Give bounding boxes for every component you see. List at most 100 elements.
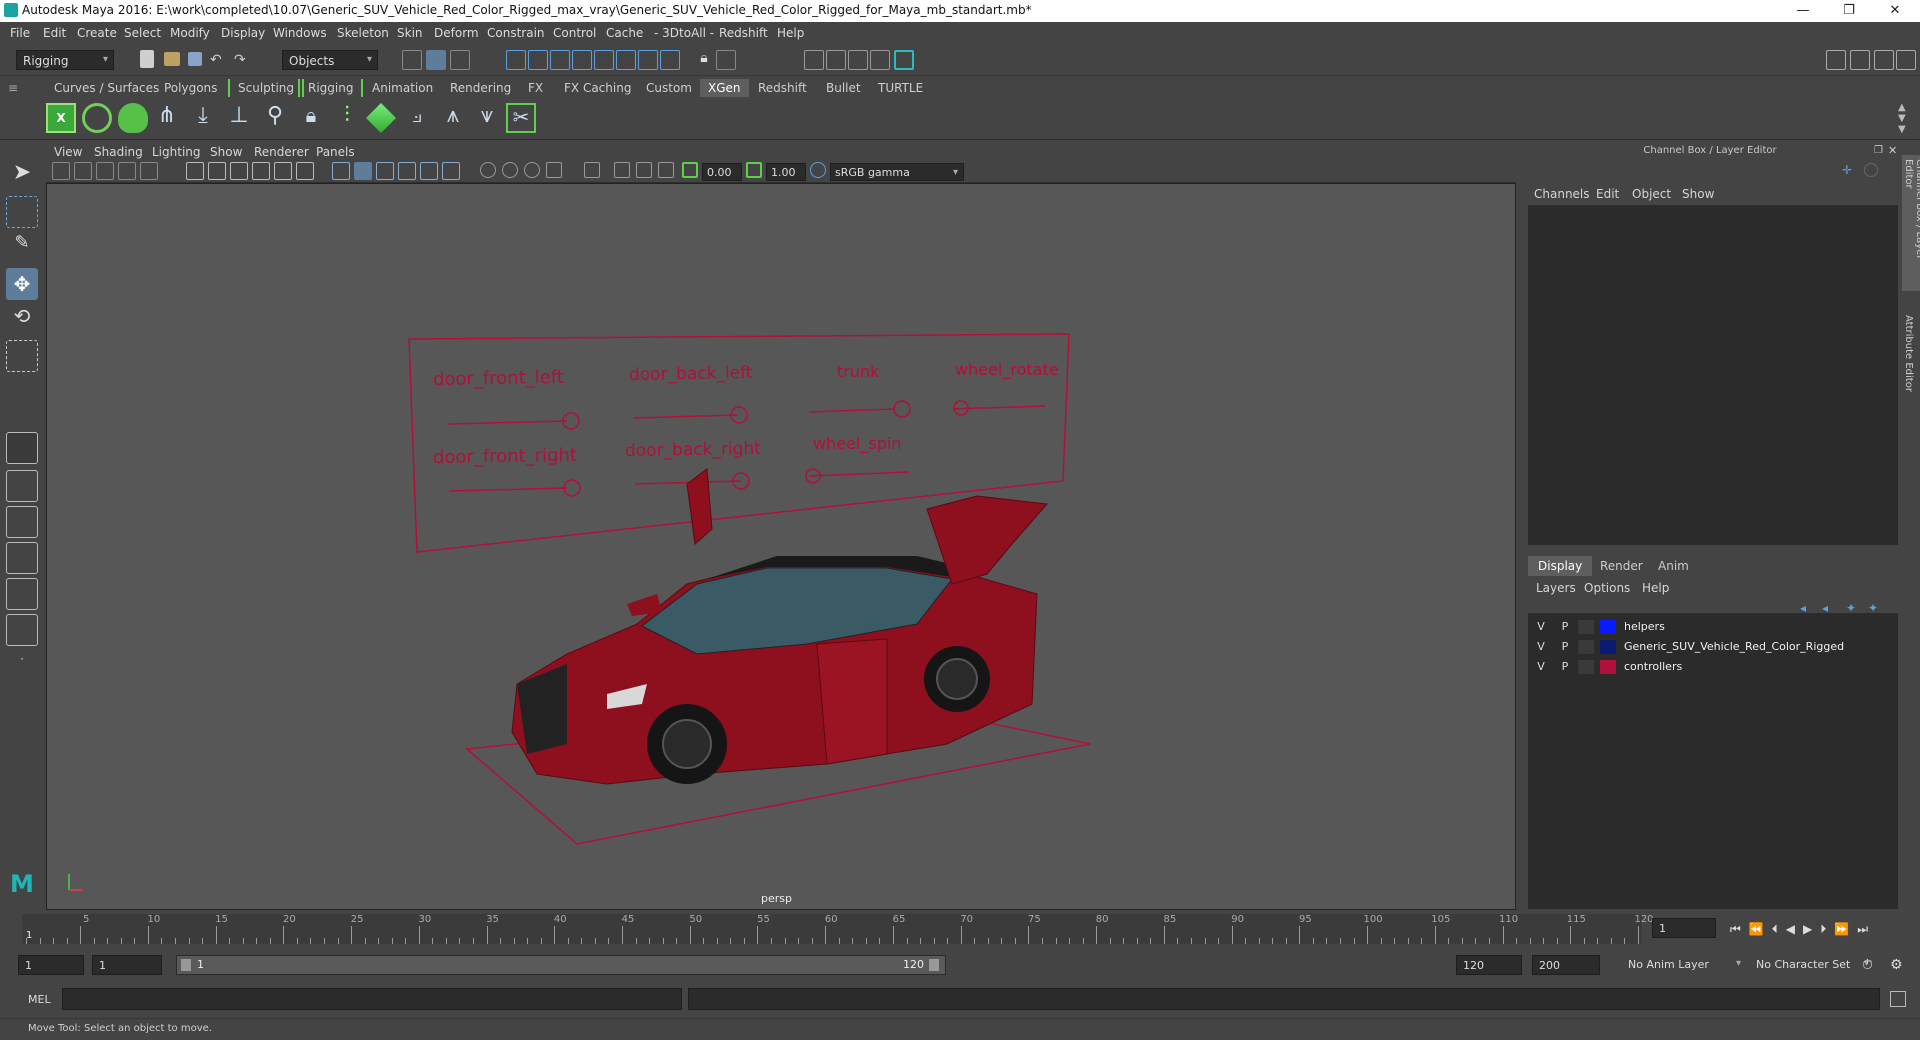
layer-visibility-toggle[interactable]: V bbox=[1534, 640, 1548, 653]
shelf-tab-animation[interactable]: Animation bbox=[364, 79, 441, 97]
xray-components-icon[interactable] bbox=[658, 162, 674, 178]
grid-icon[interactable] bbox=[186, 162, 204, 180]
paint-select-tool-icon[interactable]: ✎ bbox=[6, 232, 38, 264]
bookmark-icon[interactable] bbox=[96, 162, 114, 180]
go-to-start-icon[interactable]: ⏮ bbox=[1730, 922, 1749, 936]
gamma-icon[interactable] bbox=[746, 162, 762, 178]
snap-live-icon[interactable] bbox=[638, 50, 658, 70]
step-back-frame-icon[interactable]: ⏪ bbox=[1749, 922, 1772, 936]
smooth-shade-icon[interactable] bbox=[354, 162, 372, 180]
layer-row[interactable]: V P helpers bbox=[1528, 617, 1898, 637]
ambient-occlusion-icon[interactable] bbox=[480, 162, 496, 178]
side-tab-attribute-editor[interactable]: Attribute Editor bbox=[1902, 311, 1915, 396]
xgen-sculpt-icon[interactable]: ✂ bbox=[506, 103, 536, 133]
step-forward-key-icon[interactable]: ⏵ bbox=[1820, 922, 1834, 936]
textured-icon[interactable] bbox=[398, 162, 416, 180]
viewport-menu-renderer[interactable]: Renderer bbox=[254, 145, 309, 159]
panel-close-icon[interactable]: ✕ bbox=[1888, 144, 1897, 157]
snap-grid-icon[interactable] bbox=[506, 50, 526, 70]
safe-action-icon[interactable] bbox=[296, 162, 314, 180]
menu-control[interactable]: Control bbox=[553, 26, 596, 40]
menu-3dtoall[interactable]: - 3DtoAll - bbox=[654, 26, 714, 40]
xgen-guides-icon[interactable]: ⫶ bbox=[332, 103, 362, 133]
layer-color-swatch[interactable] bbox=[1600, 640, 1616, 654]
xgen-layers-icon[interactable] bbox=[366, 103, 396, 133]
animation-end-field[interactable]: 200 bbox=[1532, 955, 1600, 975]
shelf-menu-icon[interactable]: ≡ bbox=[0, 79, 26, 97]
view-transform-dropdown[interactable]: sRGB gamma bbox=[830, 163, 964, 181]
layer-name[interactable]: controllers bbox=[1624, 660, 1682, 673]
anti-aliasing-icon[interactable] bbox=[524, 162, 540, 178]
object-menu[interactable]: Object bbox=[1632, 187, 1671, 201]
snap-curve-icon[interactable] bbox=[528, 50, 548, 70]
select-hierarchy-icon[interactable] bbox=[402, 50, 422, 70]
lock-icon[interactable]: 🔒︎ bbox=[694, 50, 714, 70]
viewport-persp[interactable]: door_front_left door_back_left trunk whe… bbox=[46, 183, 1516, 910]
field-chart-icon[interactable] bbox=[274, 162, 292, 180]
layer-name[interactable]: Generic_SUV_Vehicle_Red_Color_Rigged bbox=[1624, 640, 1844, 653]
menu-create[interactable]: Create bbox=[77, 26, 117, 40]
shelf-tab-rigging[interactable]: Rigging bbox=[298, 79, 364, 97]
exposure-field[interactable]: 0.00 bbox=[702, 163, 742, 181]
viewport-menu-lighting[interactable]: Lighting bbox=[152, 145, 201, 159]
shelf-tab-custom[interactable]: Custom bbox=[638, 79, 700, 97]
menu-constrain[interactable]: Constrain bbox=[487, 26, 545, 40]
restore-button[interactable]: ❐ bbox=[1826, 0, 1872, 22]
construction-history-icon[interactable] bbox=[660, 50, 680, 70]
menu-redshift[interactable]: Redshift bbox=[719, 26, 768, 40]
snap-surface-icon[interactable] bbox=[594, 50, 614, 70]
layout-graph-icon[interactable] bbox=[6, 578, 38, 610]
motion-blur-icon[interactable] bbox=[502, 162, 518, 178]
tab-render[interactable]: Render bbox=[1590, 556, 1653, 576]
go-to-end-icon[interactable]: ⏭ bbox=[1857, 922, 1876, 936]
xgen-noise-icon[interactable]: ⩛ bbox=[472, 103, 502, 133]
menu-windows[interactable]: Windows bbox=[273, 26, 327, 40]
layer-visibility-toggle[interactable]: V bbox=[1534, 660, 1548, 673]
xgen-cut-icon[interactable]: ⩚ bbox=[438, 103, 468, 133]
menu-edit[interactable]: Edit bbox=[43, 26, 66, 40]
layers-menu[interactable]: Layers bbox=[1536, 581, 1576, 595]
input-output-icon[interactable] bbox=[716, 50, 736, 70]
xgen-place-icon[interactable]: ⤓ bbox=[188, 103, 218, 133]
hypershade-icon[interactable] bbox=[894, 50, 914, 70]
isolate-select-icon[interactable] bbox=[584, 162, 600, 178]
help-menu[interactable]: Help bbox=[1642, 581, 1669, 595]
selection-mode-dropdown[interactable]: Objects bbox=[282, 50, 378, 70]
wireframe-on-shaded-icon[interactable] bbox=[376, 162, 394, 180]
layer-name[interactable]: helpers bbox=[1624, 620, 1665, 633]
viewport-menu-view[interactable]: View bbox=[54, 145, 82, 159]
xgen-lock-icon[interactable]: 🔒︎ bbox=[296, 103, 326, 133]
layer-display-type[interactable] bbox=[1578, 620, 1594, 634]
time-slider[interactable]: 5 10 15 20 25 30 35 40 45 50 55 60 65 70 75 80 85 90 95 100… bbox=[0, 910, 1920, 948]
command-language-label[interactable]: MEL bbox=[28, 993, 51, 1006]
open-scene-icon[interactable] bbox=[164, 52, 180, 66]
soft-select-icon[interactable] bbox=[6, 432, 38, 464]
shelf-tab-polygons[interactable]: Polygons bbox=[156, 79, 225, 97]
move-tool-icon[interactable]: ✥ bbox=[6, 268, 38, 300]
animation-preferences-icon[interactable]: ⚙ bbox=[1890, 957, 1903, 973]
controller-label-door-back-left[interactable]: door_back_left bbox=[629, 363, 753, 385]
layout-icon[interactable] bbox=[1826, 50, 1846, 70]
snap-point-icon[interactable] bbox=[550, 50, 570, 70]
tool-settings-icon[interactable] bbox=[1896, 50, 1916, 70]
controller-label-trunk[interactable]: trunk bbox=[837, 362, 879, 381]
shadows-icon[interactable] bbox=[442, 162, 460, 180]
render-view-icon[interactable] bbox=[804, 50, 824, 70]
close-button[interactable]: ✕ bbox=[1872, 0, 1918, 22]
render-settings-icon[interactable] bbox=[870, 50, 890, 70]
auto-key-icon[interactable]: ⏱ bbox=[1862, 957, 1873, 973]
xgen-editor-icon[interactable]: X bbox=[46, 103, 76, 133]
controller-label-wheel-rotate[interactable]: wheel_rotate bbox=[955, 360, 1059, 379]
menu-select[interactable]: Select bbox=[124, 26, 161, 40]
tab-display[interactable]: Display bbox=[1528, 556, 1593, 576]
anim-layer-dropdown[interactable]: No Anim Layer bbox=[1622, 955, 1746, 975]
shelf-tab-turtle[interactable]: TURTLE bbox=[870, 79, 931, 97]
viewport-menu-show[interactable]: Show bbox=[210, 145, 242, 159]
controller-label-door-back-right[interactable]: door_back_right bbox=[625, 439, 761, 461]
layer-row[interactable]: V P Generic_SUV_Vehicle_Red_Color_Rigged bbox=[1528, 637, 1898, 657]
shelf-tab-rendering[interactable]: Rendering bbox=[442, 79, 519, 97]
play-backward-icon[interactable]: ◀ bbox=[1786, 922, 1803, 936]
layout-hypershade-icon[interactable] bbox=[6, 614, 38, 646]
panel-float-icon[interactable]: ❐ bbox=[1874, 145, 1883, 156]
xgen-select-icon[interactable]: ⚲ bbox=[260, 103, 290, 133]
